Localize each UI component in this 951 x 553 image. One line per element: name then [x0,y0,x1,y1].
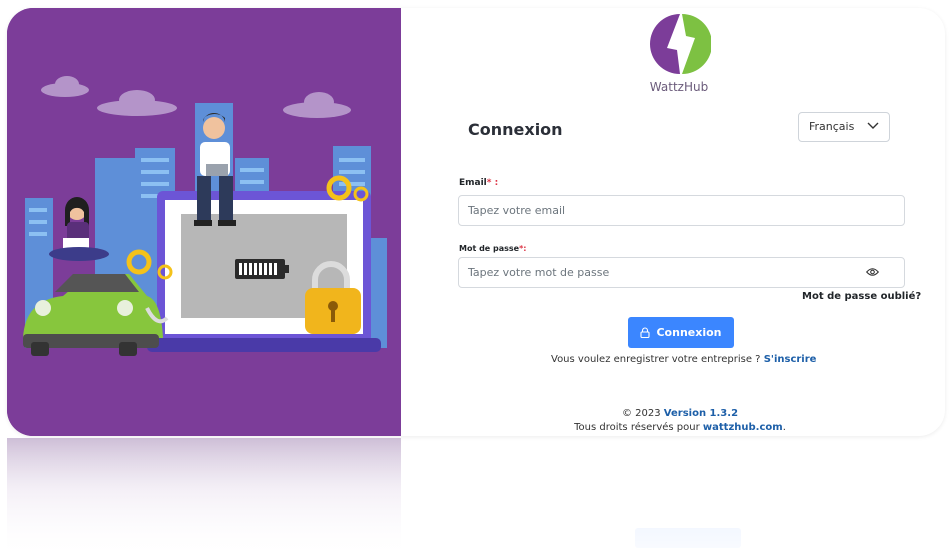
email-required-marker: * : [486,178,499,188]
email-label-text: Email [459,178,487,188]
register-prompt-text: Vous voulez enregistrer votre entreprise… [551,354,761,365]
password-required-marker: *: [519,244,527,253]
lock-icon [640,327,651,338]
reflection-fade [7,438,945,553]
page-title: Connexion [468,120,563,139]
forgot-password-link[interactable]: Mot de passe oublié? [802,291,921,302]
copyright-text: © 2023 [621,408,661,419]
ev-charging-illustration [7,8,401,436]
language-select[interactable]: Français [798,112,890,142]
login-panel: WattzHub Connexion Français Email* : Tap… [401,8,945,436]
language-selected: Français [809,120,855,133]
brand-name: WattzHub [649,80,709,94]
register-link[interactable]: S'inscrire [764,354,817,365]
email-field[interactable]: Tapez votre email [458,195,905,226]
card-reflection [7,438,945,553]
rights-text: Tous droits réservés pour [574,422,700,433]
copyright-line: © 2023 Version 1.3.2 [521,408,839,419]
login-card: WattzHub Connexion Français Email* : Tap… [7,8,945,436]
password-label-text: Mot de passe [459,244,520,253]
illustration-panel [7,8,401,436]
login-button[interactable]: Connexion [628,317,734,348]
login-button-label: Connexion [656,326,722,339]
rights-line: Tous droits réservés pour wattzhub.com. [521,422,839,433]
password-field[interactable]: Tapez votre mot de passe [458,257,905,288]
show-password-eye-icon[interactable] [866,267,879,277]
register-prompt: Vous voulez enregistrer votre entreprise… [551,354,816,365]
chevron-down-icon [867,122,879,129]
wattzhub-logo-icon [650,14,711,74]
version-link[interactable]: Version 1.3.2 [664,408,738,419]
password-label: Mot de passe*: [459,244,526,253]
domain-link[interactable]: wattzhub.com [703,422,783,433]
email-label: Email* : [459,178,498,188]
rights-end: . [782,422,786,433]
password-placeholder: Tapez votre mot de passe [468,266,610,279]
email-placeholder: Tapez votre email [468,204,566,217]
